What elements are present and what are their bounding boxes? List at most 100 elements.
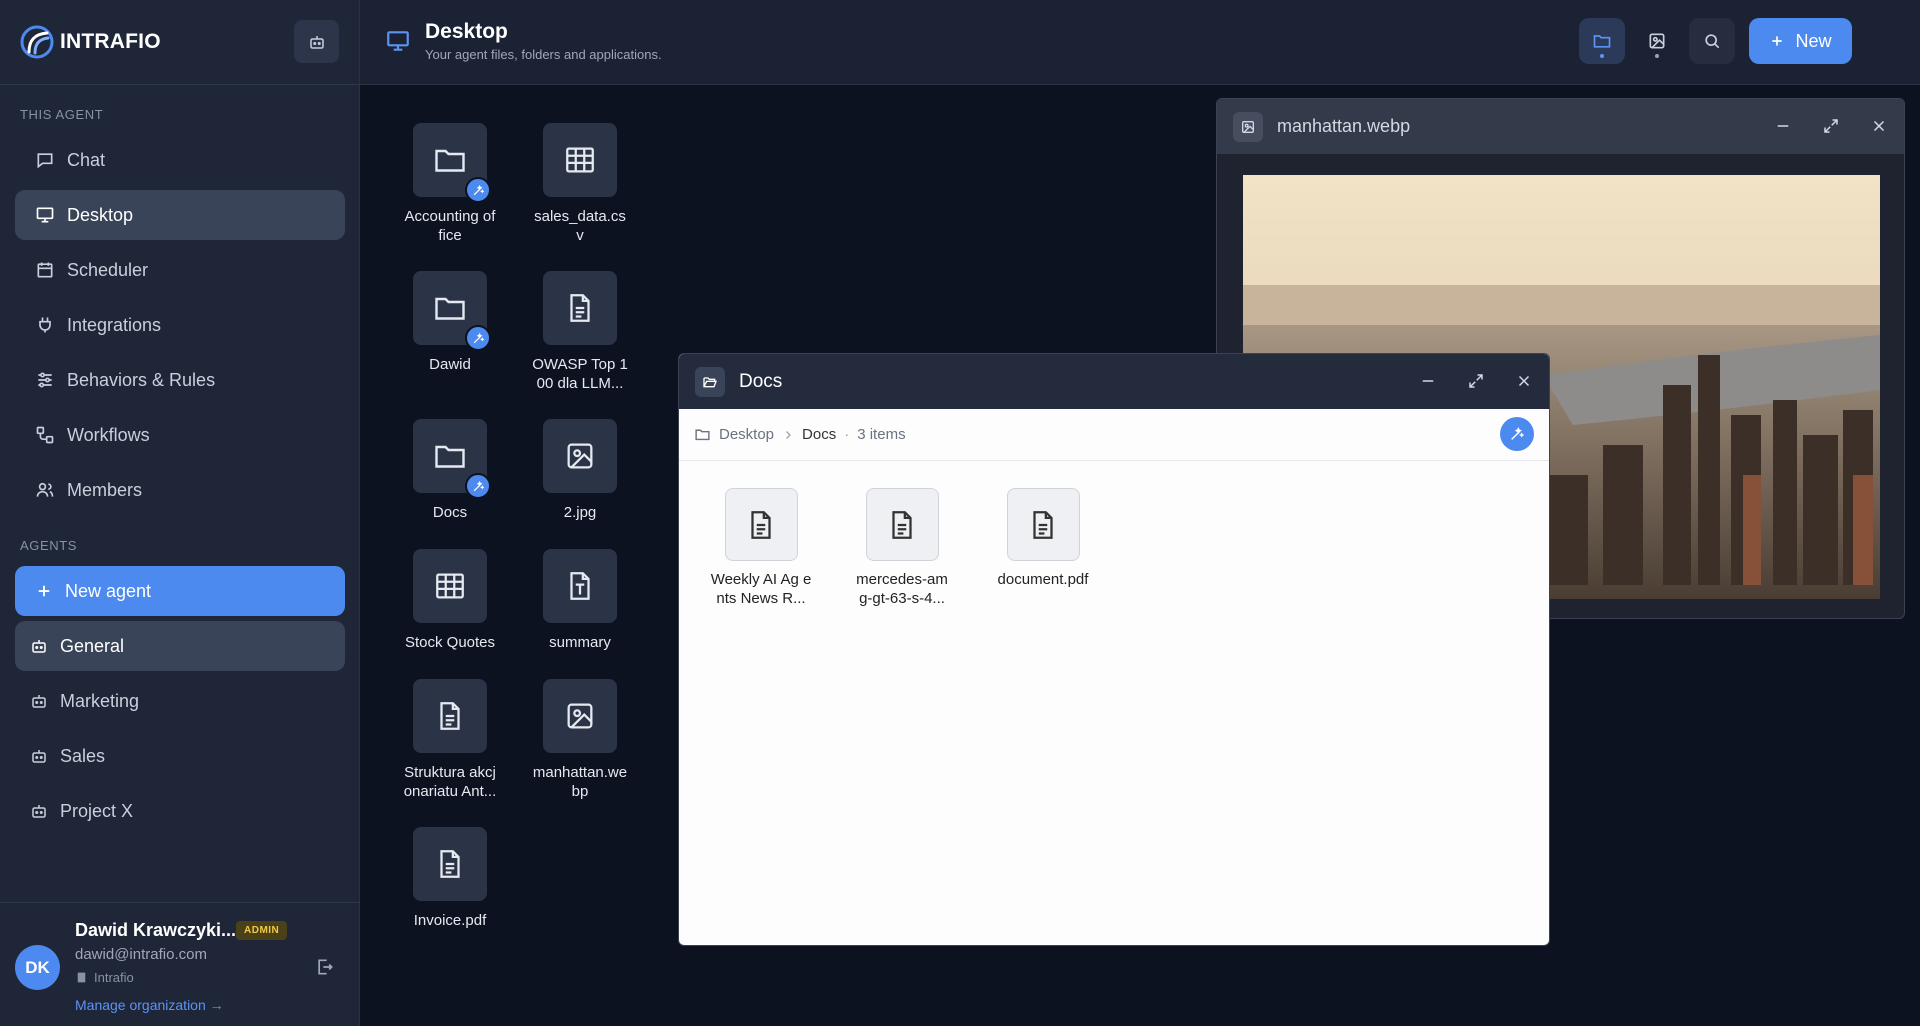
desktop-item-sales-data[interactable]: sales_data.cs v [525,123,635,245]
file-item-weekly-ai[interactable]: Weekly AI Ag ents News R... [701,488,821,608]
breadcrumb-docs[interactable]: Docs [802,426,836,443]
file-label: document.pdf [997,571,1089,588]
agent-item-general[interactable]: General [15,621,345,671]
folder-icon [435,445,465,468]
sidebar-item-behaviors-rules[interactable]: Behaviors & Rules [15,355,345,405]
close-icon[interactable] [1870,117,1888,135]
desktop-item-docs[interactable]: Docs [395,419,505,522]
files-view-button[interactable] [1579,18,1625,64]
desktop-item-stock-quotes[interactable]: Stock Quotes [395,549,505,652]
image-icon [567,443,593,469]
minimize-icon[interactable] [1774,117,1792,135]
window-titlebar[interactable]: manhattan.webp [1217,99,1904,154]
ai-organize-button[interactable] [1500,417,1534,451]
desktop-item-accounting-office[interactable]: Accounting of fice [395,123,505,245]
desktop-item-label: Stock Quotes [404,634,496,651]
desktop-item-label: Accounting of fice [404,208,496,244]
sidebar-item-label: Chat [67,149,106,170]
folder-open-icon [695,366,725,397]
tile [543,549,617,623]
search-button[interactable] [1689,18,1735,64]
window-title: Docs [739,370,783,392]
sidebar-item-chat[interactable]: Chat [15,135,345,185]
desktop-item-manhattan[interactable]: manhattan.we bp [525,679,635,801]
desktop-item-label: manhattan.we bp [532,764,628,800]
active-indicator [1600,54,1604,58]
sidebar-item-label: Scheduler [67,259,149,280]
document-icon [440,850,460,878]
desktop-item-struktura[interactable]: Struktura akcj onariatu Ant... [395,679,505,801]
new-agent-button[interactable]: New agent [15,566,345,616]
magic-wand-icon [465,325,491,351]
maximize-icon[interactable] [1822,117,1840,135]
image-icon [1649,33,1665,49]
chat-icon [37,153,53,169]
breadcrumb-desktop[interactable]: Desktop [719,426,774,443]
page-subtitle: Your agent files, folders and applicatio… [425,47,662,62]
sidebar-item-label: Members [67,479,143,500]
file-item-document-pdf[interactable]: document.pdf [983,488,1103,589]
file-item-mercedes[interactable]: mercedes-am g-gt-63-s-4... [842,488,962,608]
sidebar-item-label: Workflows [67,424,150,445]
desktop-item-label: 2.jpg [563,504,597,521]
breadcrumb-separator: · [844,426,850,443]
window-titlebar[interactable]: Docs [679,354,1549,409]
desktop-item-invoice[interactable]: Invoice.pdf [395,827,505,930]
folder-icon [435,297,465,320]
docs-window[interactable]: Docs Desktop Docs · 3 items Weekly AI Ag… [678,353,1550,946]
agent-bot-button[interactable] [294,20,339,63]
tile [413,679,487,753]
sidebar-item-integrations[interactable]: Integrations [15,300,345,350]
sidebar-item-desktop[interactable]: Desktop [15,190,345,240]
users-icon [36,482,54,497]
desktop-item-label: sales_data.cs v [534,208,626,244]
desktop-item-label: OWASP Top 1 00 dla LLM... [532,356,628,392]
plus-icon [1772,36,1783,46]
desktop-item-label: summary [549,634,611,651]
item-count: 3 items [857,426,906,443]
new-button[interactable]: New [1749,18,1852,64]
file-label: Weekly AI Ag ents News R... [710,571,812,607]
sliders-icon [38,372,52,388]
maximize-icon[interactable] [1467,372,1485,390]
building-icon [77,972,86,983]
window-title: manhattan.webp [1277,116,1411,136]
desktop-item-summary[interactable]: summary [525,549,635,652]
desktop-item-label: Docs [432,504,468,521]
desktop-item-label: Invoice.pdf [413,912,487,929]
tile [413,549,487,623]
agent-item-marketing[interactable]: Marketing [15,676,345,726]
table-icon [436,573,464,599]
brand-header: INTRAFIO [0,0,359,85]
close-icon[interactable] [1515,372,1533,390]
document-icon [570,294,590,322]
desktop-item-2-jpg[interactable]: 2.jpg [525,419,635,522]
document-icon [440,702,460,730]
window-controls [1774,117,1888,135]
desktop-item-owasp[interactable]: OWASP Top 1 00 dla LLM... [525,271,635,393]
role-badge: ADMIN [236,921,288,940]
new-button-label: New [1795,30,1832,51]
sidebar-item-scheduler[interactable]: Scheduler [15,245,345,295]
user-panel: DK Dawid Krawczyki... ADMIN dawid@intraf… [0,902,360,1026]
logout-icon[interactable] [315,957,335,977]
document-icon [892,510,912,539]
org-name: Intrafio [94,970,134,985]
image-icon [567,703,593,729]
image-viewer-button[interactable] [1634,18,1680,64]
agent-item-project-x[interactable]: Project X [15,786,345,836]
desktop-item-dawid[interactable]: Dawid [395,271,505,374]
tile [543,271,617,345]
avatar[interactable]: DK [15,945,60,990]
sidebar-item-members[interactable]: Members [15,465,345,515]
chevron-right-icon [786,430,791,439]
sidebar-item-label: Desktop [67,204,134,225]
agent-item-sales[interactable]: Sales [15,731,345,781]
robot-icon [32,695,46,708]
robot-icon [32,805,46,818]
tile [543,679,617,753]
manage-organization-link[interactable]: Manage organization → [75,997,224,1013]
sidebar-item-workflows[interactable]: Workflows [15,410,345,460]
user-email: dawid@intrafio.com [75,946,207,963]
minimize-icon[interactable] [1419,372,1437,390]
